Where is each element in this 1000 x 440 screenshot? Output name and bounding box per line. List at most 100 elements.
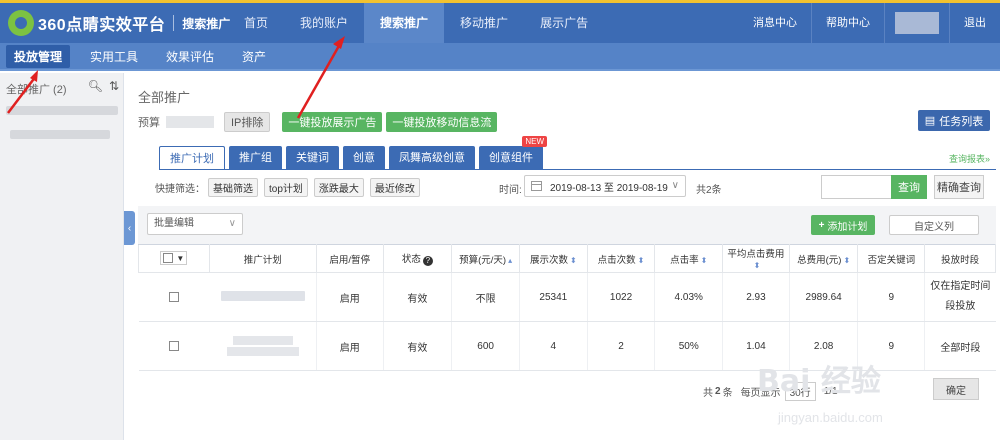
- clicks-cell: 2: [587, 321, 656, 371]
- tabs: 推广计划 推广组 关键词 创意 凤舞高级创意 创意组件 NEW: [159, 136, 547, 170]
- negative-keywords-cell[interactable]: 9: [857, 272, 926, 322]
- sort-icon[interactable]: ⬍: [843, 256, 850, 265]
- exact-search-button[interactable]: 精确查询: [934, 175, 984, 199]
- add-campaign-button[interactable]: + 添加计划: [811, 215, 875, 235]
- subnav-effect-evaluation[interactable]: 效果评估: [158, 45, 222, 68]
- campaign-name-redacted[interactable]: [220, 290, 305, 301]
- header-ctr[interactable]: 点击率 ⬍: [654, 244, 724, 273]
- header-impressions[interactable]: 展示次数 ⬍: [518, 244, 588, 273]
- header-avg-cpc[interactable]: 平均点击费用⬍: [722, 244, 790, 273]
- header-budget[interactable]: 预算(元/天) ▴︎: [451, 244, 520, 273]
- sidebar: 全部推广 (2) 🔍︎ ⇅: [0, 73, 124, 440]
- quick-filter-top[interactable]: top计划: [264, 177, 308, 197]
- one-click-display-ads-button[interactable]: 一键投放展示广告: [282, 112, 383, 132]
- toggle-cell[interactable]: 启用: [316, 321, 384, 371]
- row-checkbox[interactable]: [168, 291, 179, 302]
- logout-link[interactable]: 退出: [950, 3, 1000, 43]
- sort-icon[interactable]: ⬍: [638, 256, 645, 265]
- tab-creatives[interactable]: 创意: [343, 146, 385, 170]
- select-all-dropdown[interactable]: ▼: [160, 251, 188, 265]
- table-row[interactable]: 启用 有效 不限 25341 1022 4.03% 2.93 2989.64 9…: [138, 272, 996, 322]
- date-range-picker[interactable]: 2019-08-13 至 2019-08-19 ∨: [524, 175, 686, 197]
- nav-display-ads[interactable]: 展示广告: [524, 3, 604, 43]
- search-icon[interactable]: 🔍︎: [88, 79, 103, 93]
- header-impressions-label: 展示次数: [529, 254, 568, 266]
- nav-mobile-promotion[interactable]: 移动推广: [444, 3, 524, 43]
- tab-ad-groups[interactable]: 推广组: [229, 146, 282, 170]
- campaign-name-cell[interactable]: [209, 272, 317, 322]
- sort-icon[interactable]: ⇅: [109, 79, 119, 93]
- quick-filter-basic[interactable]: 基础筛选: [208, 177, 258, 197]
- task-list-label: 任务列表: [939, 115, 984, 128]
- chevron-down-icon: ∨: [671, 180, 679, 191]
- header-clicks[interactable]: 点击次数 ⬍: [586, 244, 656, 273]
- tab-campaigns[interactable]: 推广计划: [159, 146, 225, 170]
- table-header-row: ▼ 推广计划 启用/暂停 状态? 预算(元/天) ▴︎ 展示次数 ⬍ 点击次数 ⬍ 点…: [138, 244, 996, 273]
- nav-my-account[interactable]: 我的账户: [284, 3, 364, 43]
- sidebar-item-redacted[interactable]: [10, 130, 110, 139]
- nav-search-promotion[interactable]: 搜索推广: [364, 3, 445, 43]
- tab-creative-components[interactable]: 创意组件 NEW: [479, 136, 547, 170]
- subnav-tools[interactable]: 实用工具: [82, 45, 146, 68]
- toggle-cell[interactable]: 启用: [316, 272, 384, 322]
- total-cost-cell: 2989.64: [789, 272, 859, 322]
- subnav-assets[interactable]: 资产: [234, 45, 274, 68]
- confirm-button[interactable]: 确定: [933, 378, 979, 400]
- logo[interactable]: 360点睛实效平台 搜索推广: [8, 9, 230, 37]
- query-report-link[interactable]: 查询报表»: [949, 152, 990, 165]
- sidebar-item-redacted[interactable]: [6, 106, 118, 115]
- budget-cell[interactable]: 不限: [451, 272, 520, 322]
- select-all-header[interactable]: ▼: [138, 244, 210, 273]
- sort-icon[interactable]: ⬍: [754, 261, 761, 270]
- task-list-button[interactable]: ▤ 任务列表: [918, 110, 990, 131]
- chevron-down-icon: ∨: [228, 218, 236, 229]
- header-avg-cpc-label: 平均点击费用: [727, 249, 785, 260]
- schedule-cell[interactable]: 仅在指定时间段投放: [924, 272, 996, 322]
- nav-home[interactable]: 首页: [228, 3, 284, 43]
- sort-icon[interactable]: ⬍: [701, 256, 708, 265]
- watermark-url: jingyan.baidu.com: [778, 410, 883, 425]
- batch-edit-label: 批量编辑: [154, 218, 194, 229]
- header-total-cost[interactable]: 总费用(元) ⬍: [788, 244, 859, 273]
- schedule-cell[interactable]: 全部时段: [924, 321, 996, 371]
- help-icon[interactable]: ?: [422, 256, 433, 266]
- search-input[interactable]: [821, 175, 891, 199]
- budget-cell[interactable]: 600: [451, 321, 520, 371]
- header-status-label: 状态: [401, 254, 421, 265]
- campaign-name-redacted[interactable]: [232, 336, 293, 345]
- quick-filter-biggest-change[interactable]: 涨跌最大: [313, 177, 364, 197]
- one-click-mobile-feed-button[interactable]: 一键投放移动信息流: [386, 112, 498, 132]
- watermark: Bai 经验: [757, 364, 881, 399]
- sidebar-title[interactable]: 全部推广 (2): [6, 81, 67, 97]
- tab-advanced-creatives[interactable]: 凤舞高级创意: [389, 146, 475, 170]
- header-campaign: 推广计划: [208, 244, 317, 273]
- quick-filter-recent[interactable]: 最近修改: [369, 177, 420, 197]
- message-center-link[interactable]: 消息中心: [739, 3, 811, 43]
- status-cell: 有效: [383, 321, 453, 371]
- search-button[interactable]: 查询: [891, 175, 927, 199]
- sidebar-collapse-button[interactable]: ‹: [124, 211, 135, 245]
- top-navigation-bar: 360点睛实效平台 搜索推广 首页 我的账户 搜索推广 移动推广 展示广告 消息…: [0, 0, 1000, 43]
- batch-edit-select[interactable]: 批量编辑 ∨: [147, 213, 243, 235]
- campaign-table: ▼ 推广计划 启用/暂停 状态? 预算(元/天) ▴︎ 展示次数 ⬍ 点击次数 ⬍ 点…: [138, 244, 996, 371]
- row-checkbox[interactable]: [168, 340, 179, 351]
- chevron-left-icon: ‹: [127, 222, 132, 234]
- calendar-icon: [531, 181, 542, 191]
- sub-navigation-bar: 投放管理 实用工具 效果评估 资产: [0, 43, 1000, 71]
- total-count-value: 2: [715, 385, 721, 397]
- campaign-name-redacted[interactable]: [226, 347, 299, 356]
- sort-icon[interactable]: ⬍: [570, 256, 577, 265]
- subnav-delivery-management[interactable]: 投放管理: [6, 44, 71, 68]
- custom-columns-button[interactable]: 自定义列: [889, 215, 979, 235]
- select-all-checkbox[interactable]: [163, 253, 174, 263]
- tab-keywords[interactable]: 关键词: [286, 146, 339, 170]
- sort-icon[interactable]: ▴︎: [508, 256, 512, 265]
- ip-exclude-button[interactable]: IP排除: [224, 112, 271, 132]
- logo-divider: [173, 15, 175, 31]
- clicks-cell: 1022: [587, 272, 656, 322]
- help-center-link[interactable]: 帮助中心: [812, 3, 884, 43]
- avg-cpc-cell: 2.93: [722, 272, 790, 322]
- header-schedule: 投放时段: [924, 244, 996, 273]
- account-name-redacted[interactable]: [895, 12, 939, 34]
- campaign-name-cell[interactable]: [209, 321, 317, 371]
